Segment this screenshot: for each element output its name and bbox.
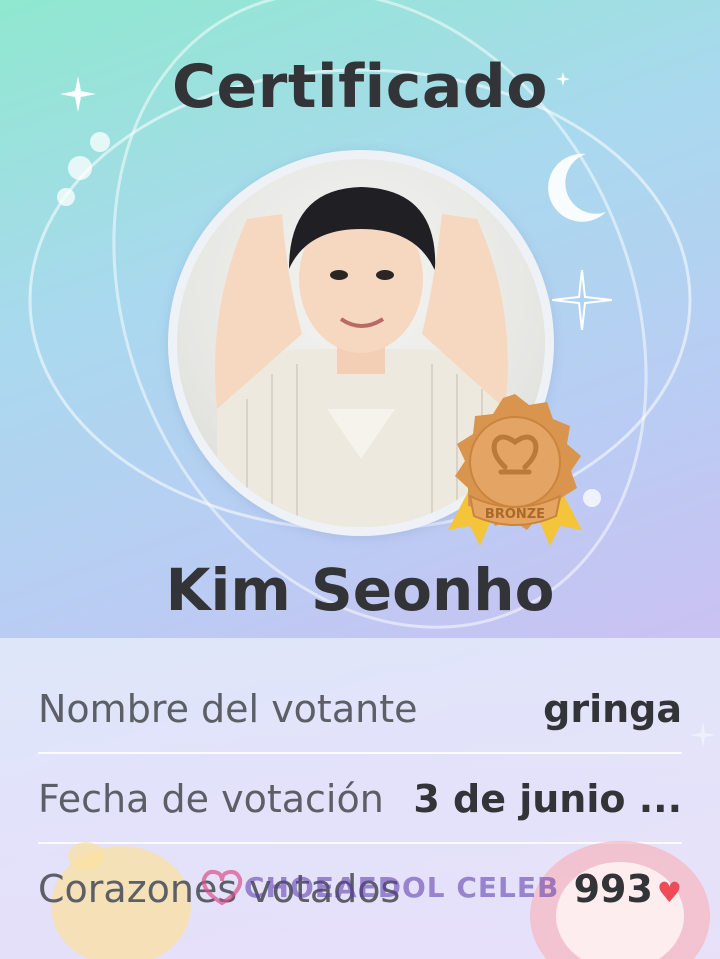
hearts-value-group: 993 ♥ <box>574 867 682 911</box>
voter-label: Nombre del votante <box>38 687 418 731</box>
date-label: Fecha de votación <box>38 777 384 821</box>
divider <box>38 752 682 754</box>
hearts-value: 993 <box>573 867 653 911</box>
heart-icon: ♥ <box>656 876 682 909</box>
date-value: 3 de junio ... <box>413 777 682 821</box>
watermark: CHOEAEDOL CELEB <box>200 864 559 910</box>
bronze-medal-icon: BRONZE <box>448 394 582 546</box>
choeaedol-logo-icon <box>201 869 243 906</box>
sparkle-icon <box>552 270 612 330</box>
certificate-card: Certificado BRONZE Kim Seonho Nombre del… <box>0 0 720 959</box>
page-title: Certificado <box>172 52 548 122</box>
crescent-moon-icon <box>548 153 606 222</box>
celebrity-name: Kim Seonho <box>165 556 555 624</box>
voter-row: Nombre del votante gringa <box>38 666 682 752</box>
watermark-text: CHOEAEDOL CELEB <box>244 870 560 904</box>
voter-value: gringa <box>543 687 682 731</box>
badge-label: BRONZE <box>485 507 545 522</box>
